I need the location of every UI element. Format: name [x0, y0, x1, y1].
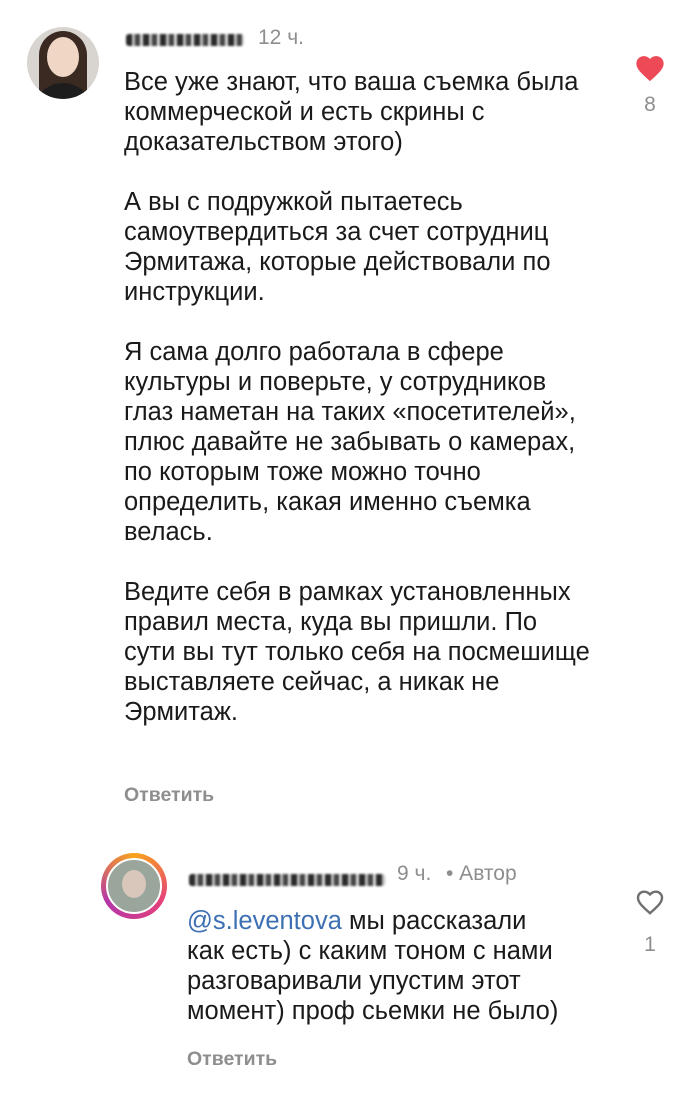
reply-button[interactable]: Ответить [124, 784, 214, 807]
comment-timestamp: 9 ч. [397, 862, 432, 885]
avatar[interactable] [27, 27, 99, 99]
comment-paragraph: Ведите себя в рамках установленных прави… [124, 578, 590, 726]
comment-paragraph: Все уже знают, что ваша съемка была комм… [124, 68, 579, 156]
comment-paragraph: Я сама долго работала в сфере культуры и… [124, 338, 576, 546]
heart-filled-icon [636, 56, 664, 82]
username-blurred[interactable] [189, 874, 385, 886]
reply-button[interactable]: Ответить [187, 1048, 277, 1071]
heart-outline-icon [636, 890, 664, 915]
comment-paragraph: А вы с подружкой пытаетесь самоутвердить… [124, 188, 551, 306]
comment-timestamp: 12 ч. [258, 26, 304, 49]
like-count: 8 [644, 93, 656, 116]
author-badge: • Автор [446, 862, 517, 885]
avatar[interactable] [106, 858, 162, 914]
comment-text: @s.leventova мы рассказали как есть) с к… [187, 906, 567, 1026]
user-mention[interactable]: @s.leventova [187, 907, 342, 935]
like-count: 1 [644, 933, 656, 956]
username-blurred[interactable] [126, 34, 244, 46]
like-button[interactable]: 1 [630, 886, 670, 957]
comment-text: Все уже знают, что ваша съемка была комм… [124, 67, 594, 727]
like-button[interactable]: 8 [630, 52, 670, 117]
